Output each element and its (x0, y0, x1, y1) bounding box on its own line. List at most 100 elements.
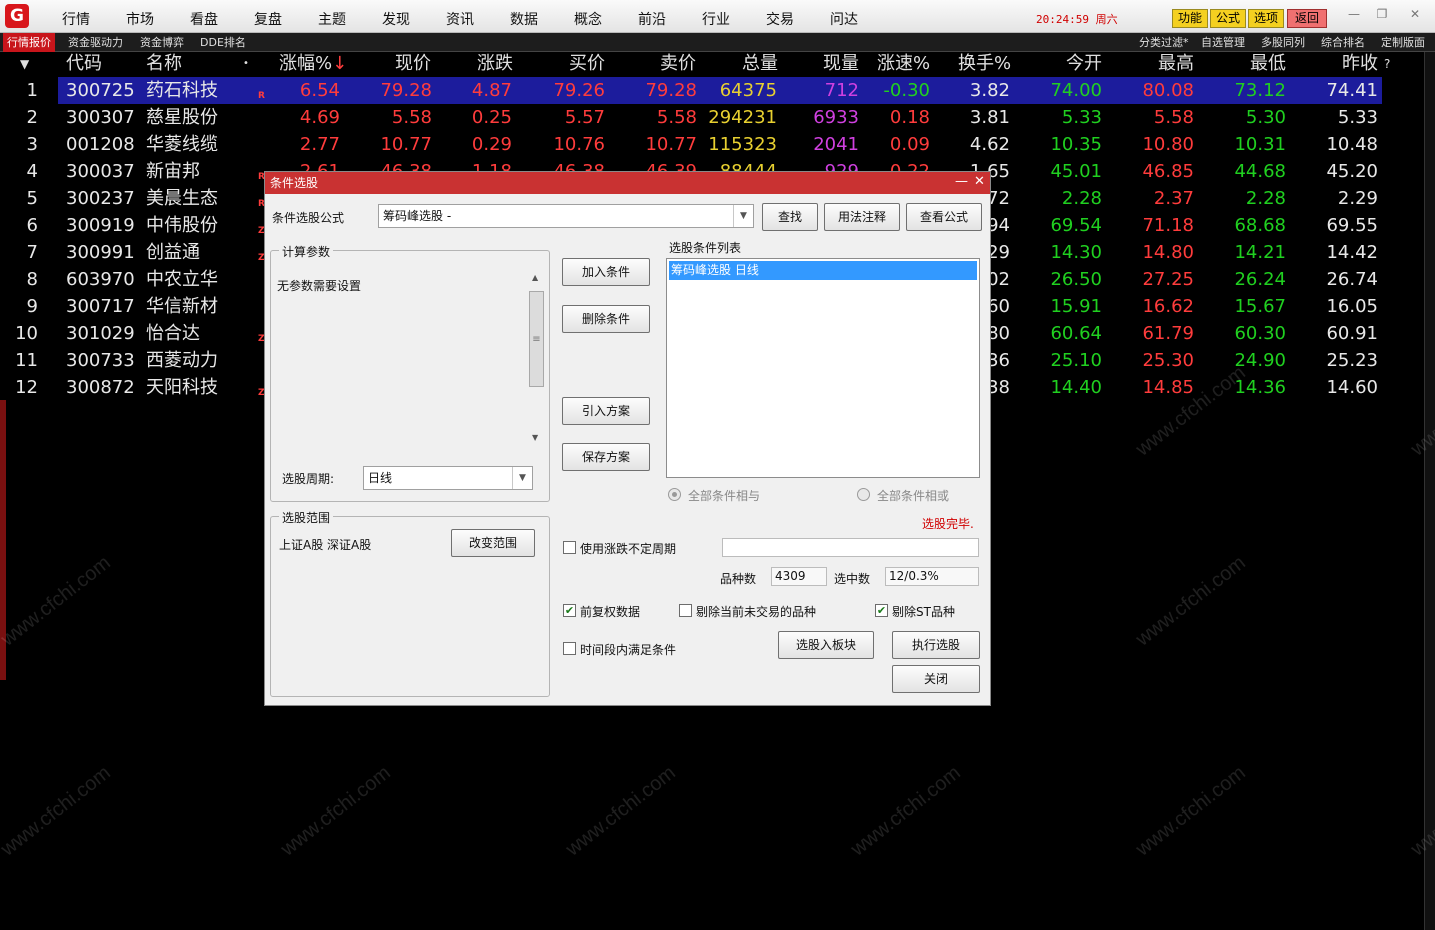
cell-prev-close: 10.48 (1326, 134, 1378, 155)
scroll-thumb[interactable]: ≡ (529, 291, 544, 387)
var-period-field[interactable] (722, 538, 979, 557)
time-range-checkbox[interactable] (563, 642, 576, 655)
header-bid[interactable]: 买价 (569, 52, 605, 76)
menu-market[interactable]: 市场 (126, 9, 154, 29)
radio-and-label: 全部条件相与 (688, 489, 761, 503)
chevron-down-icon[interactable]: ▼ (733, 205, 753, 227)
cell-high: 46.85 (1142, 161, 1194, 182)
dialog-minimize-icon[interactable]: — (955, 175, 968, 189)
app-logo-icon: G (5, 4, 29, 28)
view-formula-button[interactable]: 查看公式 (906, 203, 982, 231)
header-turnover[interactable]: 换手% (958, 52, 1011, 76)
formula-select[interactable]: 筹码峰选股 - ▼ (378, 204, 754, 228)
right-scrollbar[interactable] (1424, 52, 1435, 930)
delete-condition-button[interactable]: 删除条件 (562, 305, 650, 333)
header-price[interactable]: 现价 (395, 52, 431, 76)
table-row[interactable]: 1 300725 药石科技 6.54 79.28 4.87 79.26 79.28 64375 7… (0, 77, 1400, 104)
tab-custom-layout[interactable]: 定制版面 (1381, 33, 1425, 52)
cell-change-pct: 4.69 (299, 107, 340, 128)
formula-value: 筹码峰选股 - (383, 209, 452, 223)
var-period-checkbox[interactable] (563, 541, 576, 554)
chevron-down-icon[interactable]: ▼ (512, 467, 532, 489)
import-scheme-button[interactable]: 引入方案 (562, 397, 650, 425)
header-low[interactable]: 最低 (1250, 52, 1286, 76)
header-cur-volume[interactable]: 现量 (823, 52, 859, 76)
menu-concept[interactable]: 概念 (574, 9, 602, 29)
back-button[interactable]: 返回 (1287, 9, 1327, 28)
menu-frontier[interactable]: 前沿 (638, 9, 666, 29)
cell-speed: -0.30 (883, 80, 930, 101)
tab-composite-rank[interactable]: 综合排名 (1321, 33, 1365, 52)
formula-button[interactable]: 公式 (1210, 9, 1246, 28)
cell-prev-close: 26.74 (1326, 269, 1378, 290)
help-icon[interactable]: ? (1384, 52, 1390, 76)
header-high[interactable]: 最高 (1158, 52, 1194, 76)
add-condition-button[interactable]: 加入条件 (562, 258, 650, 286)
menu-news[interactable]: 资讯 (446, 9, 474, 29)
cell-prev-close: 60.91 (1326, 323, 1378, 344)
cell-name: 新宙邦 (146, 161, 200, 182)
close-button[interactable]: 关闭 (892, 665, 980, 693)
header-change[interactable]: 涨跌 (477, 52, 513, 76)
condition-list[interactable]: 筹码峰选股 日线 (666, 258, 980, 478)
menu-industry[interactable]: 行业 (702, 9, 730, 29)
add-to-block-button[interactable]: 选股入板块 (778, 631, 874, 659)
column-menu-icon[interactable]: ▼ (20, 52, 29, 76)
find-button[interactable]: 查找 (762, 203, 818, 231)
exclude-untraded-checkbox[interactable] (679, 604, 692, 617)
tab-fund-game[interactable]: 资金博弈 (136, 33, 188, 52)
usage-notes-button[interactable]: 用法注释 (824, 203, 900, 231)
save-scheme-button[interactable]: 保存方案 (562, 443, 650, 471)
options-button[interactable]: 选项 (1248, 9, 1284, 28)
menu-discover[interactable]: 发现 (382, 9, 410, 29)
table-row[interactable]: 2 300307 慈星股份 4.69 5.58 0.25 5.57 5.58 294231 693… (0, 104, 1400, 131)
minimize-icon[interactable]: — (1343, 6, 1365, 22)
status-text: 选股完毕. (922, 517, 974, 531)
table-row[interactable]: 3 001208 华菱线缆 2.77 10.77 0.29 10.76 10.77 115323… (0, 131, 1400, 158)
row-index: 4 (26, 161, 38, 182)
run-screen-button[interactable]: 执行选股 (892, 631, 980, 659)
forward-adjust-checkbox[interactable]: ✔ (563, 604, 576, 617)
menu-ask[interactable]: 问达 (830, 9, 858, 29)
header-code[interactable]: 代码 (66, 52, 102, 76)
header-name[interactable]: 名称 (146, 52, 182, 76)
tab-quote-list[interactable]: 行情报价 (3, 33, 55, 52)
scroll-down-icon[interactable]: ▼ (532, 433, 538, 442)
menu-theme[interactable]: 主题 (318, 9, 346, 29)
radio-or[interactable] (857, 488, 870, 501)
header-prev-close[interactable]: 昨收 (1342, 52, 1378, 76)
tab-watchlist-manage[interactable]: 自选管理 (1201, 33, 1245, 52)
header-open[interactable]: 今开 (1066, 52, 1102, 76)
dialog-close-icon[interactable]: ✕ (974, 175, 985, 189)
radio-and[interactable] (668, 488, 681, 501)
condition-list-item[interactable]: 筹码峰选股 日线 (669, 261, 977, 280)
exclude-st-checkbox[interactable]: ✔ (875, 604, 888, 617)
cell-open: 10.35 (1050, 134, 1102, 155)
menu-data[interactable]: 数据 (510, 9, 538, 29)
change-range-button[interactable]: 改变范围 (451, 529, 535, 557)
scroll-up-icon[interactable]: ▲ (532, 273, 538, 282)
menu-replay[interactable]: 复盘 (254, 9, 282, 29)
tab-dde-rank[interactable]: DDE排名 (196, 33, 250, 52)
header-speed[interactable]: 涨速% (877, 52, 930, 76)
tab-fund-drive[interactable]: 资金驱动力 (64, 33, 127, 52)
menu-quotes[interactable]: 行情 (62, 9, 90, 29)
menu-watch[interactable]: 看盘 (190, 9, 218, 29)
header-change-pct[interactable]: 涨幅%↓ (279, 52, 347, 76)
params-scrollbar[interactable]: ▲ ≡ ▼ (528, 271, 545, 447)
close-icon[interactable]: ✕ (1404, 6, 1426, 22)
row-index: 11 (15, 350, 38, 371)
tab-multi-stock[interactable]: 多股同列 (1261, 33, 1305, 52)
header-volume[interactable]: 总量 (742, 52, 778, 76)
period-select[interactable]: 日线 ▼ (363, 466, 533, 490)
menu-trade[interactable]: 交易 (766, 9, 794, 29)
maximize-icon[interactable]: ❐ (1371, 6, 1393, 22)
cell-cur-volume: 2041 (813, 134, 859, 155)
header-ask[interactable]: 卖价 (660, 52, 696, 76)
watermark-text: www.cfchi.com (276, 761, 395, 861)
params-group-title: 计算参数 (279, 243, 334, 260)
cell-prev-close: 45.20 (1326, 161, 1378, 182)
header-dot-icon: • (243, 58, 249, 69)
tab-category-filter[interactable]: 分类过滤* (1139, 33, 1189, 52)
function-button[interactable]: 功能 (1172, 9, 1208, 28)
